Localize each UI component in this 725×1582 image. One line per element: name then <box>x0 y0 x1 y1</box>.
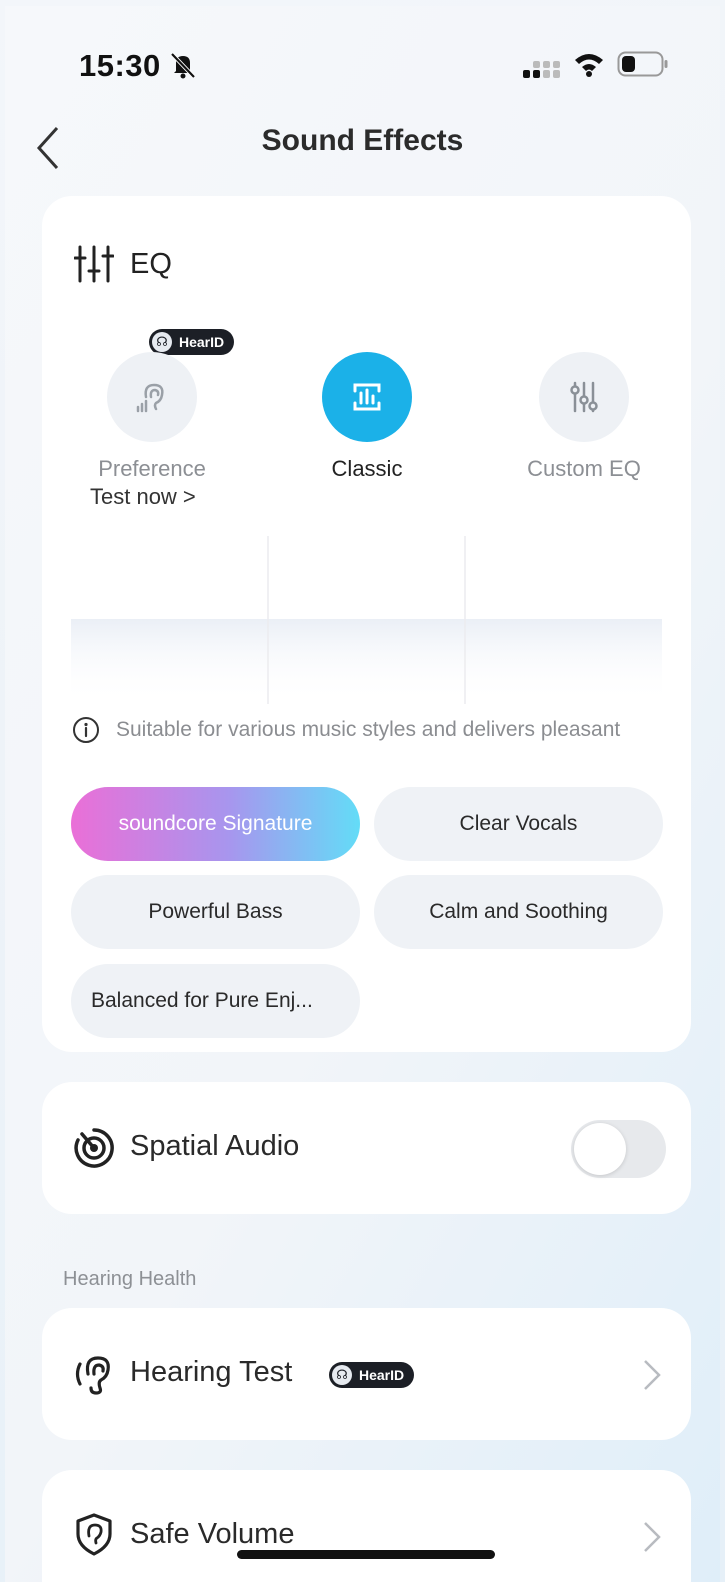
ear-icon <box>75 1356 110 1395</box>
mode-classic-circle[interactable] <box>322 352 412 442</box>
section-label-hearing-health: Hearing Health <box>63 1268 197 1290</box>
page-title: Sound Effects <box>261 124 464 157</box>
preset-powerful-bass[interactable]: Powerful Bass <box>71 875 360 949</box>
mode-custom-eq-circle[interactable] <box>539 352 629 442</box>
chevron-right-icon <box>644 1522 661 1552</box>
classic-eq-icon <box>353 383 381 411</box>
ear-icon <box>136 383 164 413</box>
wifi-icon <box>575 54 603 77</box>
mode-preference-label: Preference <box>98 456 206 481</box>
chevron-right-icon <box>644 1360 661 1390</box>
spatial-audio-icon <box>74 1128 114 1168</box>
sliders-icon <box>570 381 598 413</box>
mode-custom-eq[interactable]: Custom EQ <box>494 352 674 482</box>
preset-clear-vocals[interactable]: Clear Vocals <box>374 787 663 861</box>
ear-icon: ☊ <box>332 1365 352 1385</box>
eq-curve-graph <box>71 536 662 704</box>
mode-preference[interactable]: Preference <box>62 352 242 482</box>
mode-classic[interactable]: Classic <box>277 352 457 482</box>
hearing-test-label: Hearing Test <box>130 1356 293 1388</box>
preset-info: Suitable for various music styles and de… <box>72 716 691 744</box>
screen: 15:30 Sound Effects EQ ☊ HearID Preferen… <box>5 6 720 1582</box>
safe-volume-row[interactable]: Safe Volume <box>42 1470 691 1582</box>
bell-muted-icon <box>170 52 196 79</box>
hearid-badge: ☊ HearID <box>329 1362 415 1388</box>
equalizer-icon <box>74 245 114 283</box>
spatial-audio-toggle[interactable] <box>571 1120 666 1178</box>
eq-header: EQ <box>74 244 172 284</box>
eq-title: EQ <box>130 247 172 280</box>
preset-balanced[interactable]: Balanced for Pure Enj... <box>71 964 360 1038</box>
test-now-link[interactable]: Test now > <box>90 484 196 510</box>
preset-description: Suitable for various music styles and de… <box>116 718 621 741</box>
preset-soundcore-signature[interactable]: soundcore Signature <box>71 787 360 861</box>
info-icon <box>73 717 99 743</box>
status-time: 15:30 <box>79 48 161 83</box>
mode-classic-label: Classic <box>331 456 403 481</box>
preset-calm-and-soothing[interactable]: Calm and Soothing <box>374 875 663 949</box>
toggle-knob <box>574 1123 626 1175</box>
status-bar: 15:30 <box>5 46 720 86</box>
spatial-audio-card: Spatial Audio <box>42 1082 691 1214</box>
hearing-test-row[interactable]: Hearing Test ☊ HearID <box>42 1308 691 1440</box>
shield-ear-icon <box>76 1513 112 1556</box>
eq-card: EQ ☊ HearID Preference Test now > Classi… <box>42 196 691 1052</box>
spatial-audio-label: Spatial Audio <box>130 1130 300 1162</box>
signal-icon <box>523 61 560 78</box>
home-indicator[interactable] <box>237 1550 495 1559</box>
battery-icon <box>617 51 668 77</box>
ear-icon: ☊ <box>152 332 172 352</box>
mode-custom-eq-label: Custom EQ <box>527 456 641 481</box>
mode-preference-circle[interactable] <box>107 352 197 442</box>
safe-volume-label: Safe Volume <box>130 1518 295 1550</box>
